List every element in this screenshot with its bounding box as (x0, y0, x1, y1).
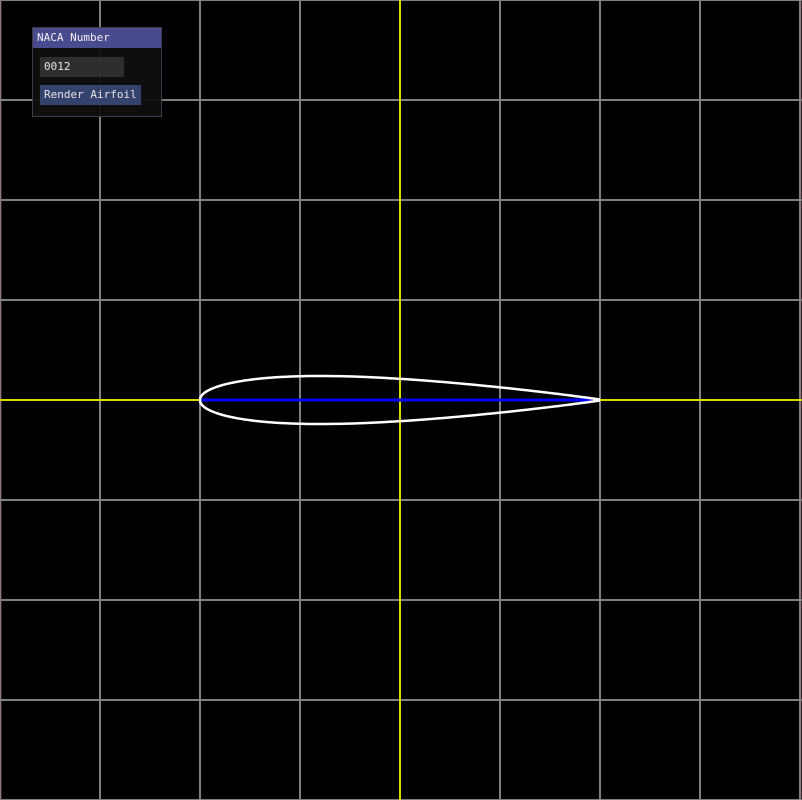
naca-number-input[interactable] (40, 57, 124, 77)
panel-title[interactable]: NACA Number (33, 28, 161, 48)
render-airfoil-button[interactable]: Render Airfoil (40, 85, 141, 105)
airfoil-viewport (0, 0, 802, 800)
naca-panel: NACA Number Render Airfoil (32, 27, 162, 117)
